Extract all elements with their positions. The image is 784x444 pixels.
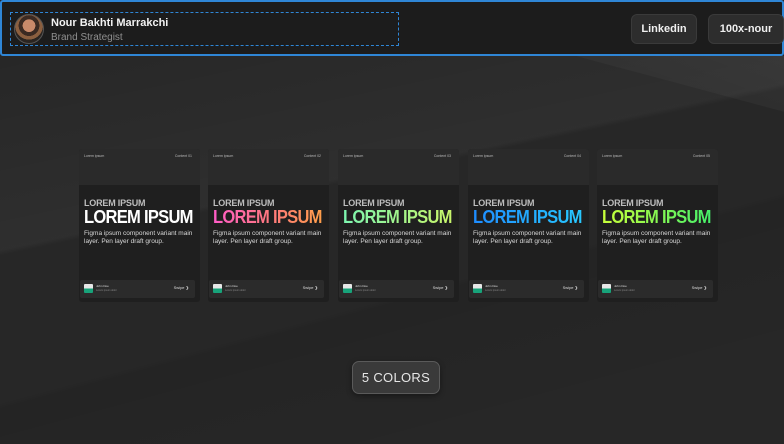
profile-name: Nour Bakhti Marrakchi <box>51 17 169 29</box>
swipe-button[interactable]: Swipe ❯ <box>692 285 707 290</box>
author-avatar <box>473 284 482 293</box>
card-top-left: Lorem ipsum <box>213 154 234 158</box>
author-avatar <box>213 284 222 293</box>
card-header: Lorem ipsum Content 04 <box>468 149 589 185</box>
site-button[interactable]: 100x-nour <box>708 14 784 44</box>
card-footer: John Doe Lorem ipsum dolor Swipe ❯ <box>339 280 454 298</box>
card-headline: LOREM IPSUM <box>343 207 452 227</box>
author-name: John Doe <box>225 284 238 288</box>
author-name: John Doe <box>485 284 498 288</box>
card-headline: LOREM IPSUM <box>213 207 322 227</box>
card-footer: John Doe Lorem ipsum dolor Swipe ❯ <box>598 280 713 298</box>
carousel-card-2[interactable]: Lorem ipsum Content 02 LOREM IPSUM LOREM… <box>208 149 329 302</box>
author-subtitle: Lorem ipsum dolor <box>96 289 117 292</box>
author-avatar <box>343 284 352 293</box>
card-top-right: Content 05 <box>692 154 710 158</box>
card-headline: LOREM IPSUM <box>473 207 582 227</box>
carousel-card-1[interactable]: Lorem ipsum Content 01 LOREM IPSUM LOREM… <box>79 149 200 302</box>
card-header: Lorem ipsum Content 03 <box>338 149 459 185</box>
swipe-button[interactable]: Swipe ❯ <box>563 285 578 290</box>
card-body: Figma ipsum component variant main layer… <box>473 230 582 245</box>
author-subtitle: Lorem ipsum dolor <box>225 289 246 292</box>
card-header: Lorem ipsum Content 02 <box>208 149 329 185</box>
profile-block[interactable]: Nour Bakhti Marrakchi Brand Strategist <box>10 12 399 46</box>
card-body: Figma ipsum component variant main layer… <box>602 230 711 245</box>
carousel-card-3[interactable]: Lorem ipsum Content 03 LOREM IPSUM LOREM… <box>338 149 459 302</box>
header-bar: Nour Bakhti Marrakchi Brand Strategist L… <box>0 0 784 56</box>
card-headline: LOREM IPSUM <box>602 207 711 227</box>
color-count-button[interactable]: 5 COLORS <box>352 361 440 394</box>
author-name: John Doe <box>614 284 627 288</box>
author-name: John Doe <box>96 284 109 288</box>
card-body: Figma ipsum component variant main layer… <box>84 230 193 245</box>
swipe-button[interactable]: Swipe ❯ <box>303 285 318 290</box>
card-top-left: Lorem ipsum <box>84 154 105 158</box>
card-top-right: Content 04 <box>563 154 581 158</box>
author-avatar <box>602 284 611 293</box>
carousel-card-4[interactable]: Lorem ipsum Content 04 LOREM IPSUM LOREM… <box>468 149 589 302</box>
card-body: Figma ipsum component variant main layer… <box>343 230 452 245</box>
card-header: Lorem ipsum Content 01 <box>79 149 200 185</box>
author-name: John Doe <box>355 284 368 288</box>
card-header: Lorem ipsum Content 05 <box>597 149 718 185</box>
card-top-left: Lorem ipsum <box>602 154 623 158</box>
author-avatar <box>84 284 93 293</box>
card-footer: John Doe Lorem ipsum dolor Swipe ❯ <box>469 280 584 298</box>
card-top-left: Lorem ipsum <box>473 154 494 158</box>
carousel-card-5[interactable]: Lorem ipsum Content 05 LOREM IPSUM LOREM… <box>597 149 718 302</box>
swipe-button[interactable]: Swipe ❯ <box>433 285 448 290</box>
linkedin-button[interactable]: Linkedin <box>631 14 697 44</box>
author-subtitle: Lorem ipsum dolor <box>614 289 635 292</box>
card-footer: John Doe Lorem ipsum dolor Swipe ❯ <box>209 280 324 298</box>
card-top-right: Content 03 <box>433 154 451 158</box>
card-footer: John Doe Lorem ipsum dolor Swipe ❯ <box>80 280 195 298</box>
card-top-left: Lorem ipsum <box>343 154 364 158</box>
card-body: Figma ipsum component variant main layer… <box>213 230 322 245</box>
card-top-right: Content 02 <box>303 154 321 158</box>
swipe-button[interactable]: Swipe ❯ <box>174 285 189 290</box>
profile-role: Brand Strategist <box>51 32 123 43</box>
avatar <box>14 14 44 44</box>
card-top-right: Content 01 <box>174 154 192 158</box>
author-subtitle: Lorem ipsum dolor <box>485 289 506 292</box>
author-subtitle: Lorem ipsum dolor <box>355 289 376 292</box>
card-headline: LOREM IPSUM <box>84 207 193 227</box>
